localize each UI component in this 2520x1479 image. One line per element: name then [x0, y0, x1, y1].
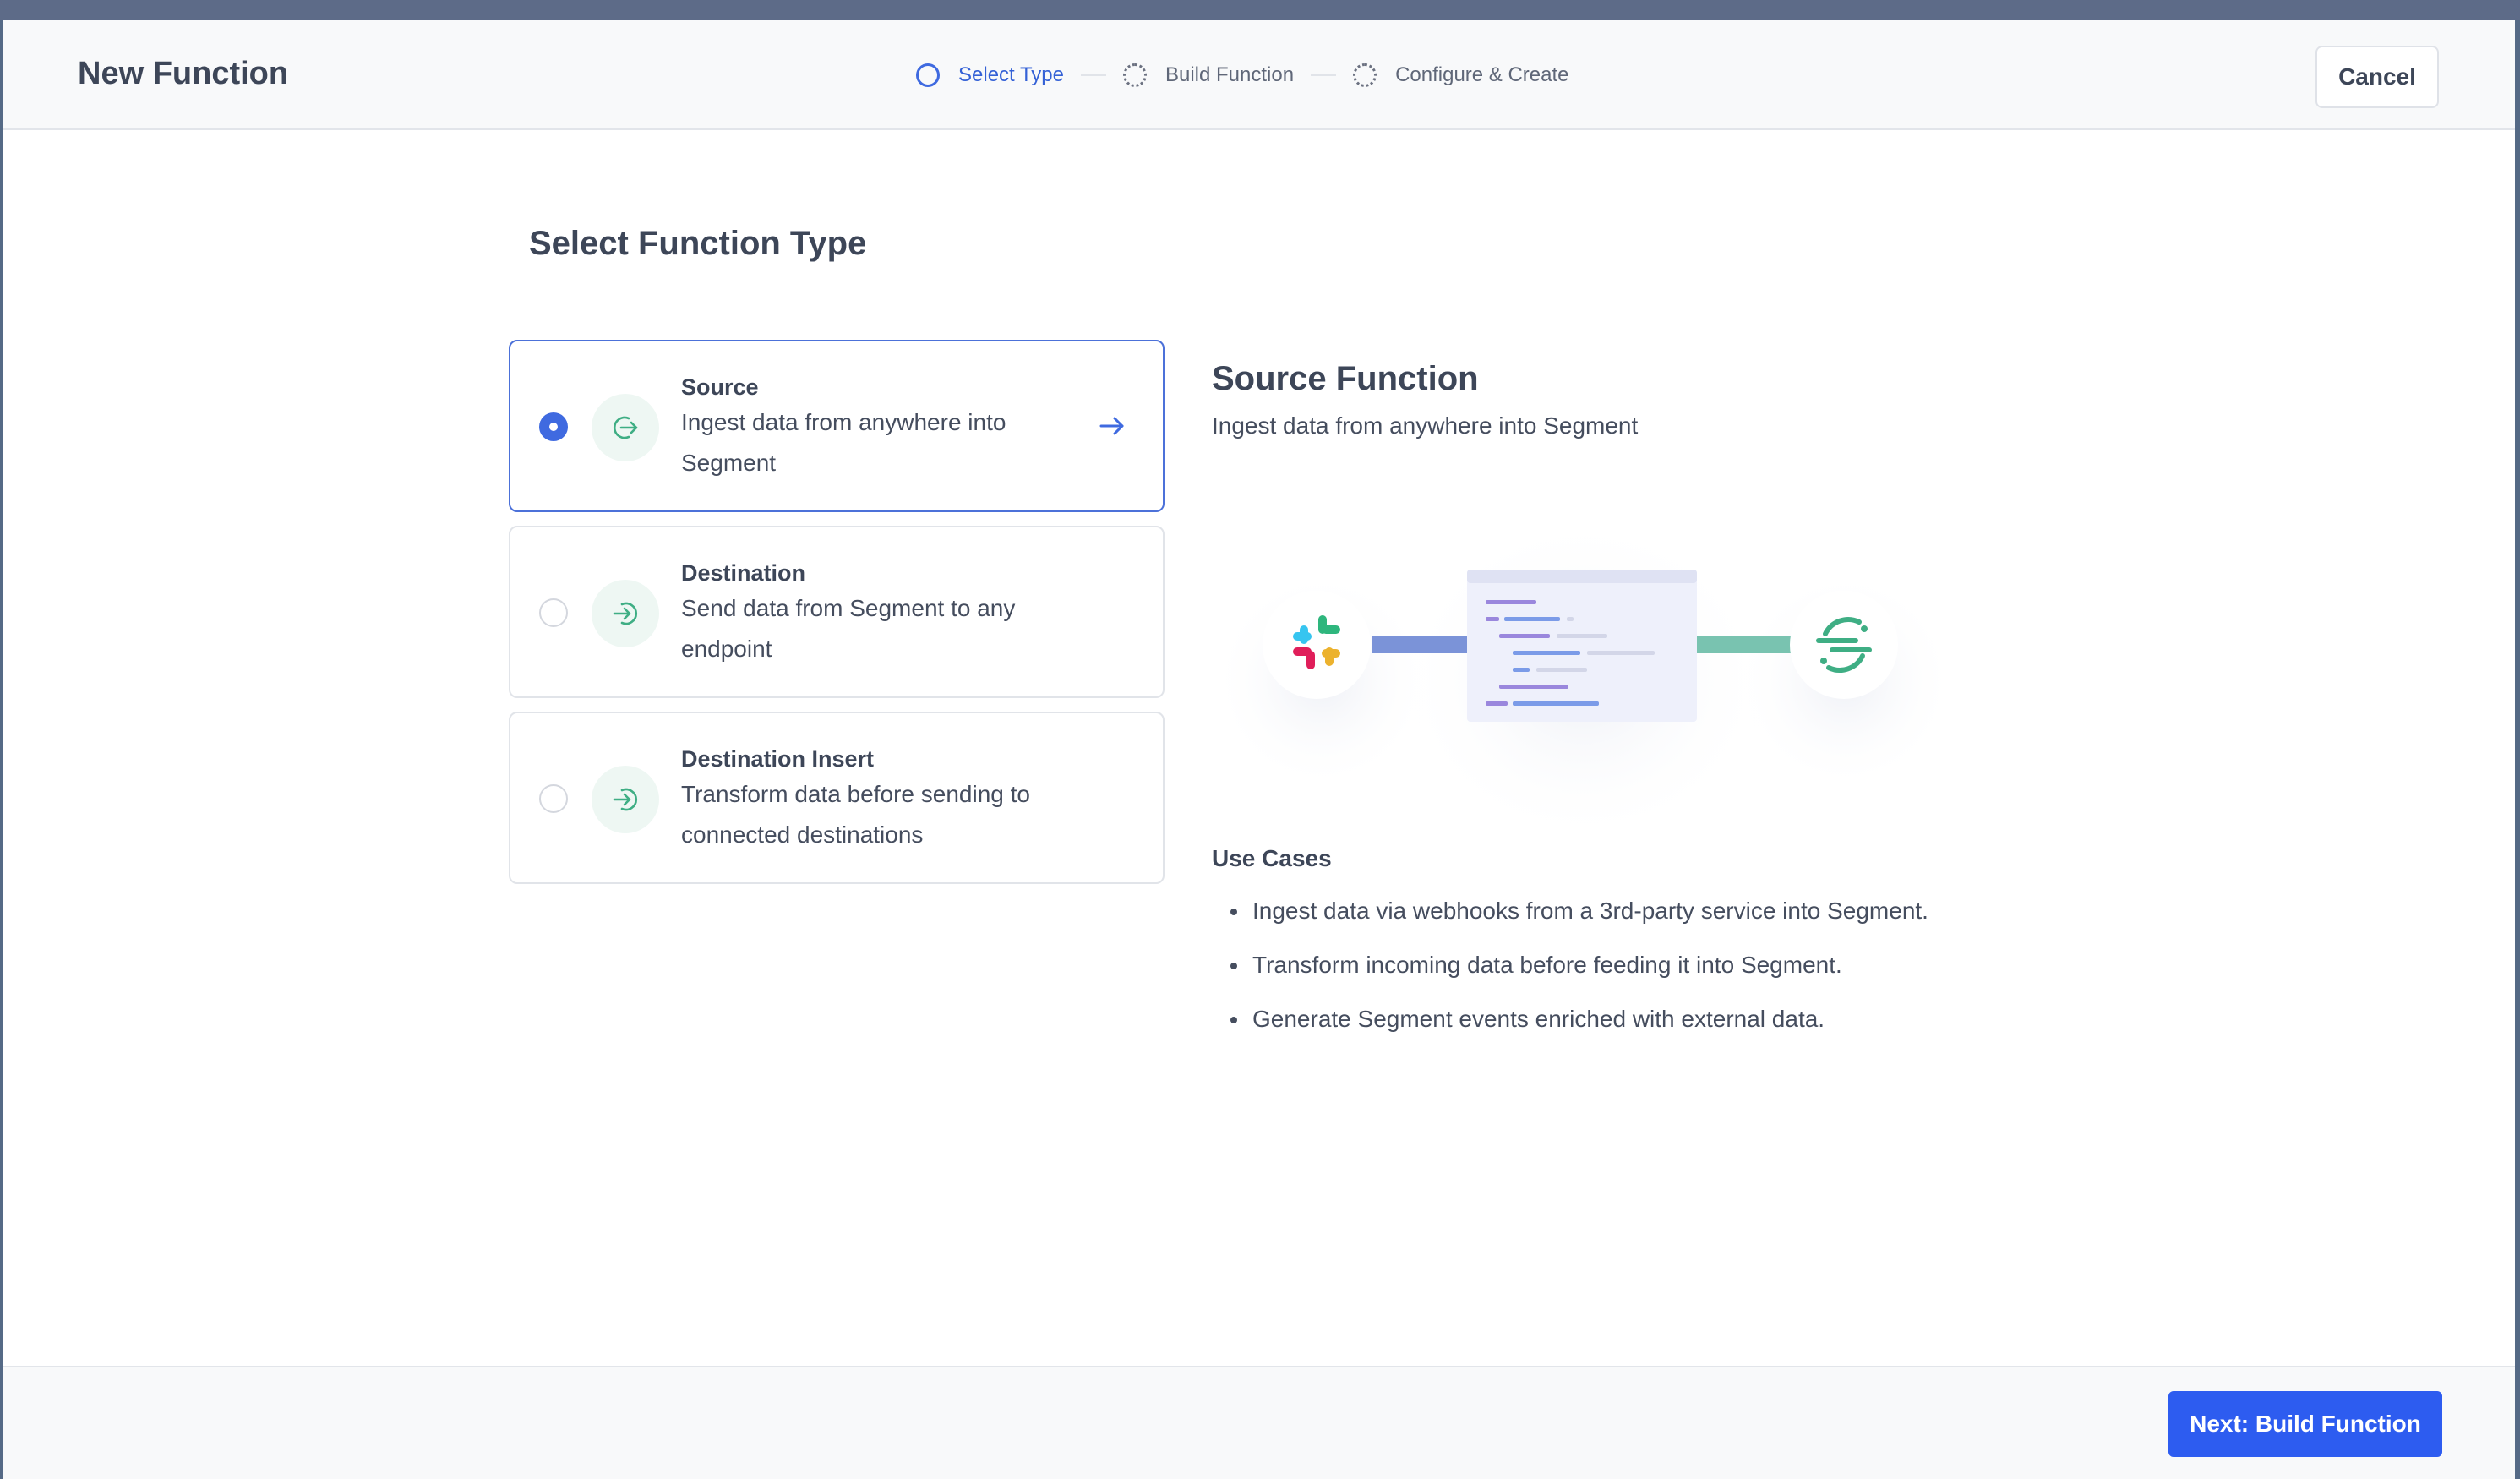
modal-footer: Next: Build Function — [3, 1366, 2515, 1479]
list-item: Ingest data via webhooks from a 3rd-part… — [1230, 891, 1979, 931]
cancel-button[interactable]: Cancel — [2315, 46, 2439, 108]
source-arrow-icon — [592, 394, 659, 461]
step-label: Select Type — [958, 63, 1064, 86]
step-separator — [1080, 74, 1106, 76]
list-item: Generate Segment events enriched with ex… — [1230, 999, 1979, 1040]
destination-arrow-icon — [592, 580, 659, 647]
option-label: Source — [681, 374, 759, 400]
arrow-right-icon — [1097, 411, 1127, 445]
destination-insert-arrow-icon — [592, 766, 659, 833]
window-frame-left — [0, 20, 3, 1479]
step-pending-circle-icon — [1122, 63, 1147, 87]
next-build-function-button[interactable]: Next: Build Function — [2168, 1391, 2442, 1457]
window-frame-right — [2515, 20, 2520, 1479]
option-description: Transform data before sending to connect… — [681, 781, 1030, 848]
step-pending-circle-icon — [1353, 63, 1377, 87]
option-label: Destination — [681, 560, 806, 586]
segment-logo-icon — [1790, 591, 1898, 699]
detail-subtitle: Ingest data from anywhere into Segment — [1212, 412, 1639, 439]
use-cases-title: Use Cases — [1212, 845, 1332, 871]
modal-header: New Function Select Type Build Function … — [3, 20, 2515, 130]
page-title: New Function — [78, 56, 289, 91]
radio-button[interactable] — [539, 598, 568, 627]
step-label: Configure & Create — [1395, 63, 1569, 86]
function-type-option-destination[interactable]: Destination Send data from Segment to an… — [509, 526, 1165, 698]
radio-button[interactable] — [539, 784, 568, 813]
option-description: Ingest data from anywhere into Segment — [681, 409, 1006, 476]
section-title: Select Function Type — [529, 225, 867, 262]
code-editor-icon — [1467, 570, 1697, 722]
step-label: Build Function — [1165, 63, 1295, 86]
slack-logo-icon — [1263, 591, 1371, 699]
step-build-function[interactable]: Build Function — [1122, 63, 1295, 87]
source-function-illustration — [1212, 516, 1972, 845]
step-active-circle-icon — [916, 63, 940, 87]
function-type-option-source[interactable]: Source Ingest data from anywhere into Se… — [509, 340, 1165, 512]
option-label: Destination Insert — [681, 746, 875, 772]
radio-button-selected[interactable] — [539, 412, 568, 441]
option-description: Send data from Segment to any endpoint — [681, 595, 1016, 662]
detail-title: Source Function — [1212, 360, 1479, 397]
list-item: Transform incoming data before feeding i… — [1230, 945, 1979, 985]
function-type-option-destination-insert[interactable]: Destination Insert Transform data before… — [509, 712, 1165, 884]
window-top-strip — [0, 0, 2520, 20]
step-configure-create[interactable]: Configure & Create — [1353, 63, 1569, 87]
step-separator — [1311, 74, 1337, 76]
use-cases-list: Ingest data via webhooks from a 3rd-part… — [1212, 891, 1979, 1053]
wizard-stepper: Select Type Build Function Configure & C… — [916, 57, 1569, 93]
step-select-type[interactable]: Select Type — [916, 63, 1064, 87]
